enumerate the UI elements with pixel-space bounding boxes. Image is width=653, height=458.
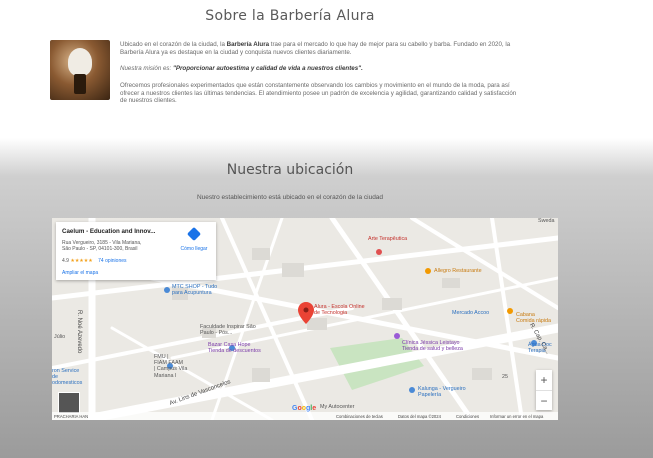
poi-arte-terapeutica[interactable]: Arte Terapêutica [368,236,407,242]
poi-label-line: Tienda de salud y belleza [402,346,463,353]
poi-alura[interactable]: Alura - Escola Online de Tecnologia [314,304,365,316]
poi-mtc-shop[interactable]: MTC SHOP - Tudo para Acupuntura [172,284,217,296]
brush-handle [74,74,86,94]
place-name: Caelum - Education and Innov... [62,228,156,235]
place-info-card: Caelum - Education and Innov... Rua Verg… [56,222,216,280]
mission-text: "Proporcionar autoestima y calidad de vi… [172,65,363,72]
about-paragraph-intro: Ubicado en el corazón de la ciudad, la B… [120,41,520,56]
zoom-out-button[interactable]: − [536,391,552,411]
poi-allegro[interactable]: Allegro Restaurante [434,268,482,274]
street-julio: Júlio [54,334,66,340]
poi-label-line: odomesticos [52,380,83,387]
street-view-pegman-icon[interactable] [58,392,80,414]
map-data-label: Datos del mapa ©2024 [398,414,441,419]
poi-sweda[interactable]: Sweda [538,218,554,224]
about-title: Sobre la Barbería Alura [205,8,375,24]
poi-fmu[interactable]: FMU | FIAM FAAM | Campus Vila Mariana I [154,354,187,379]
directions-button[interactable]: Cómo llegar [174,226,214,252]
shaving-brush-icon [68,48,92,76]
terms-link[interactable]: Condiciones [456,414,479,419]
poi-autocenter[interactable]: My Autocenter [320,404,354,410]
directions-icon [186,226,202,242]
rating-value: 4.9 [62,258,69,264]
directions-label: Cómo llegar [180,246,208,252]
mission-label: Nuestra misión es: [120,65,173,72]
street-noe-azevedo: R. Noé Azevedo [76,310,82,354]
zoom-controls: + − [536,370,552,410]
about-paragraph-mission: Nuestra misión es: "Proporcionar autoest… [120,65,520,73]
poi-faculdade[interactable]: Faculdade Inspirar São Paulo - Pós... [200,324,256,336]
poi-label-line: para Acupuntura [172,290,212,297]
poi-bazar[interactable]: Bazar Casa Hope Tienda de descuentos [208,342,261,354]
zoom-in-button[interactable]: + [536,370,552,391]
google-logo: Google [292,405,316,412]
barber-brush-photo [50,40,110,100]
poi-kalunga[interactable]: Kalunga - Vergueiro Papelería [418,386,466,398]
poi-label-line: | Campus Vila [154,366,188,373]
keyboard-shortcuts-link[interactable]: Combinaciones de teclas [336,414,383,419]
reviews-link[interactable]: 74 opiniones [98,258,126,264]
about-paragraph-services: Ofrecemos profesionales experimentados q… [120,82,517,105]
map-number-25: 25 [502,374,508,380]
poi-label-line: Tienda de descuentos [208,348,261,355]
google-map-embed[interactable]: Caelum - Education and Innov... Rua Verg… [52,218,558,420]
poi-ron-service[interactable]: ron Service de odomesticos [52,368,82,387]
about-text: Ubicado en el corazón de la ciudad, la [120,41,227,48]
report-error-link[interactable]: Informar un error en el mapa [490,414,543,419]
poi-clinica[interactable]: Clínica Jéssica Leistayo Tienda de salud… [402,340,463,352]
location-title: Nuestra ubicación [226,162,354,178]
place-rating: 4.9 ★★★★★ 74 opiniones [62,258,127,264]
poi-label-line: Mariana I [154,372,177,379]
star-rating-icon: ★★★★★ [70,258,93,264]
place-address: Rua Vergueiro, 3185 - Vila Mariana, São … [62,240,162,252]
google-letter: e [312,405,317,412]
address-line-2: São Paulo - SP, 04101-300, Brasil [62,246,138,252]
brand-name: Barbería Alura [226,41,270,48]
poi-label-line: Papelería [418,392,442,399]
poi-mercado[interactable]: Mercado Accoo [452,310,489,316]
poi-label-line: de Tecnologia [314,310,348,317]
attribution-corner-label: PRACHARIA HAN [54,414,89,419]
location-subtitle: Nuestro establecimiento está ubicado en … [196,194,384,201]
map-attribution-bar: PRACHARIA HAN Combinaciones de teclas Da… [52,412,558,420]
poi-label-line: Paulo - Pós... [200,330,233,337]
about-section: Sobre la Barbería Alura Ubicado en el co… [0,0,653,138]
bigger-map-link[interactable]: Ampliar el mapa [62,270,98,276]
